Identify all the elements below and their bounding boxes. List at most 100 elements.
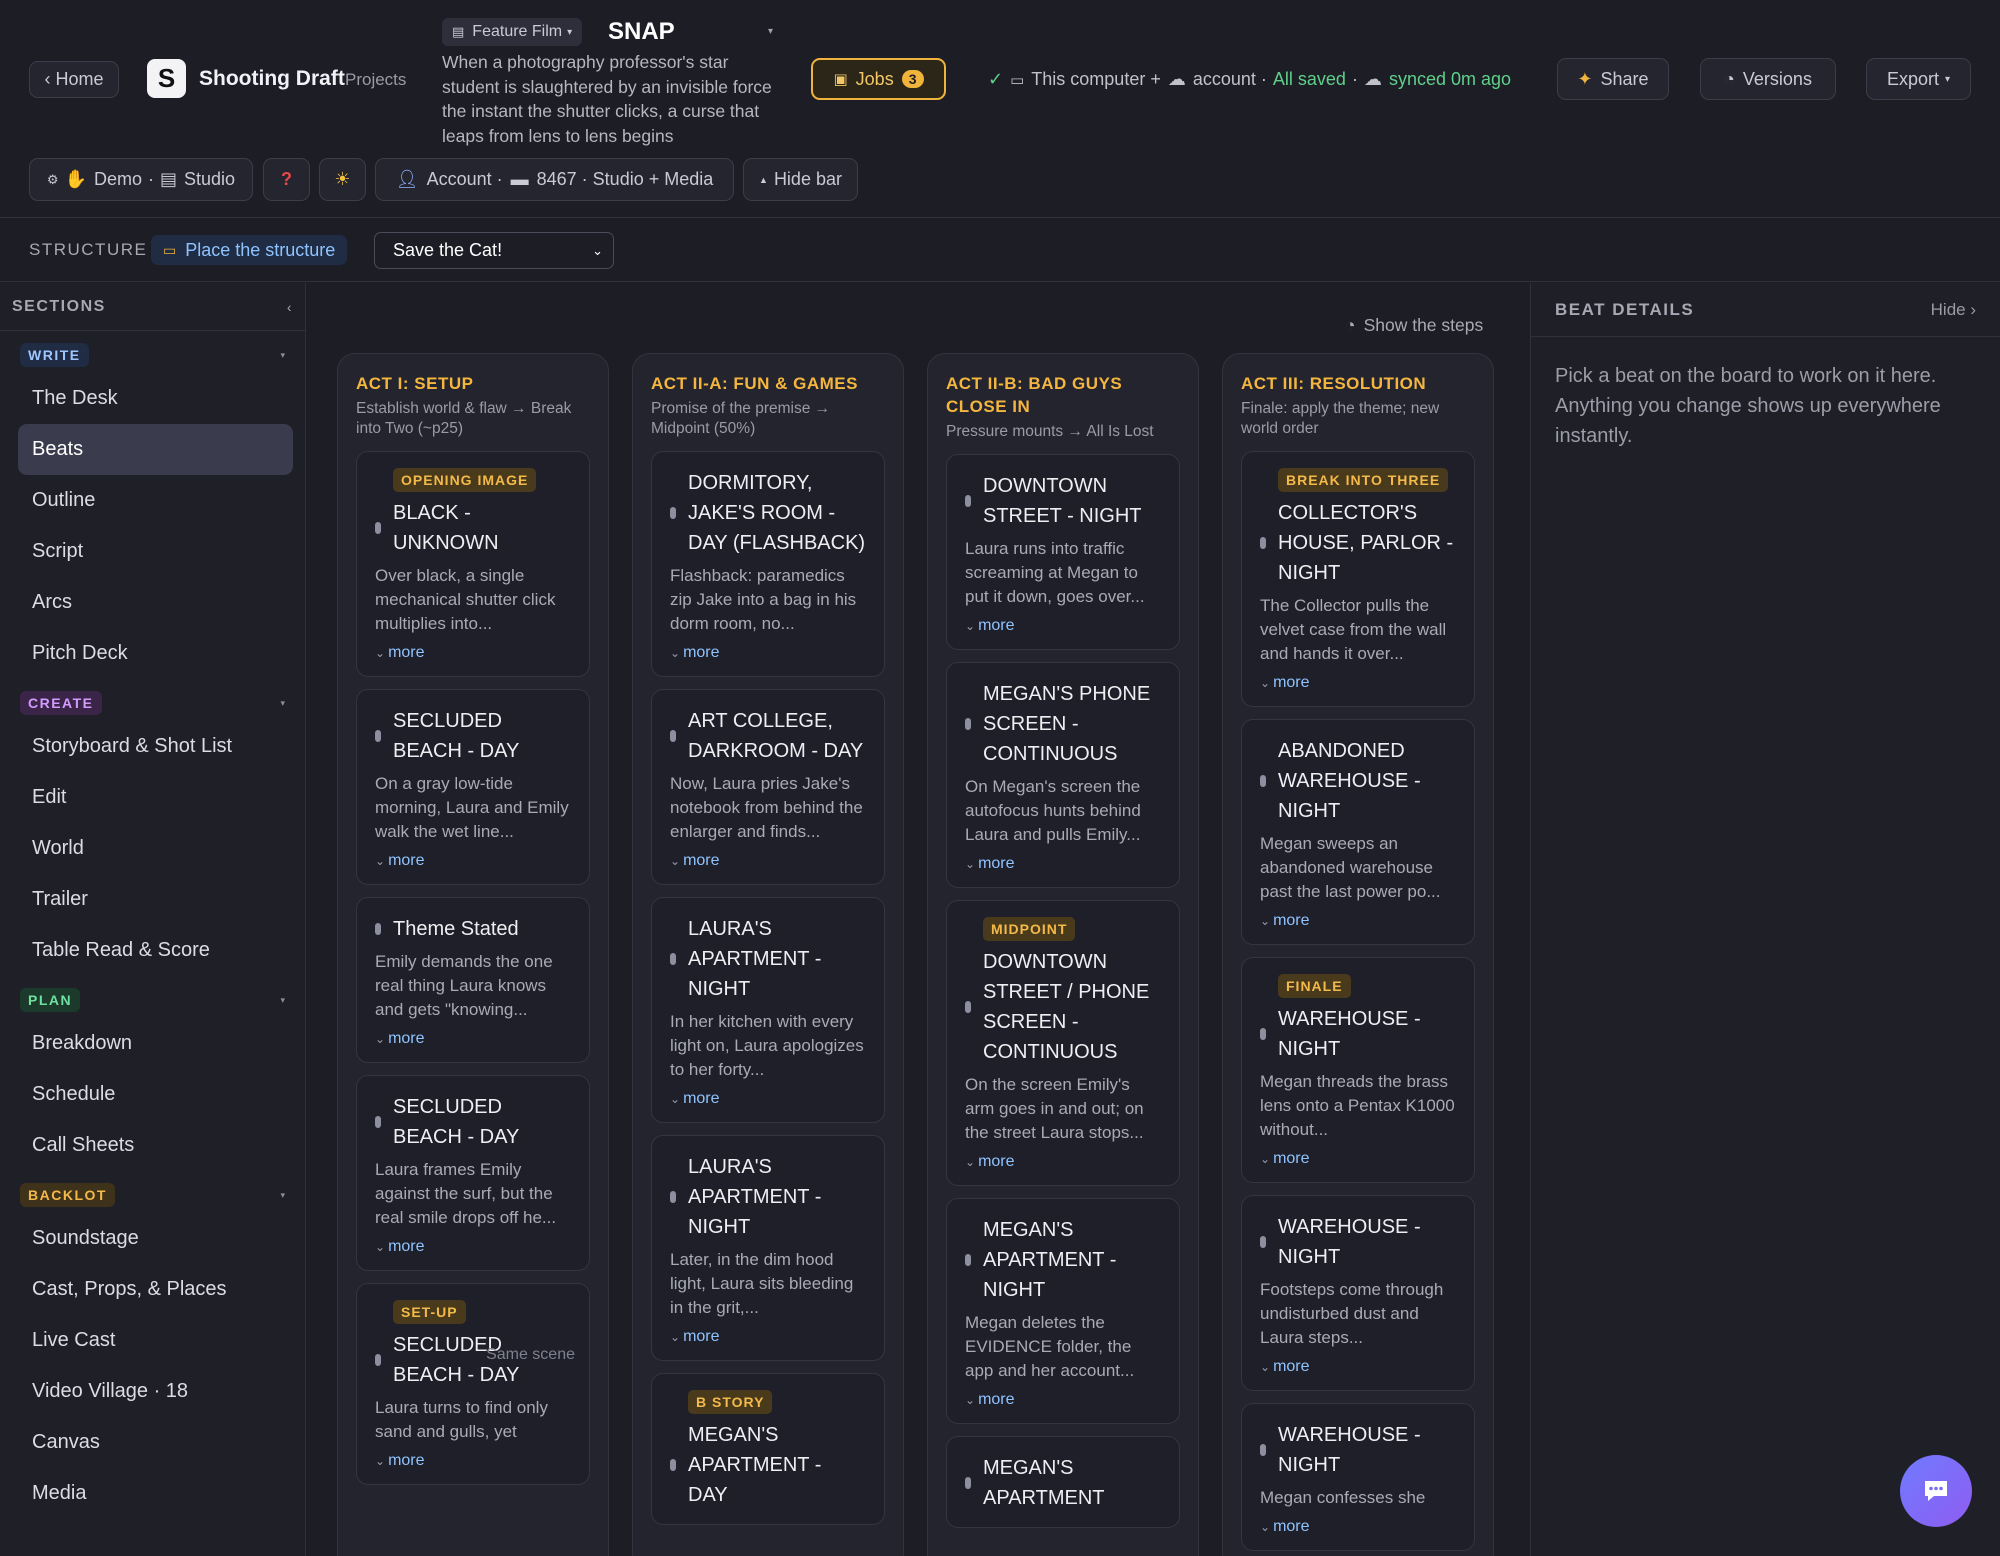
share-button[interactable]: ✦ Share <box>1557 58 1669 100</box>
beat-card[interactable]: LAURA'S APARTMENT - NIGHT In her kitchen … <box>651 897 885 1123</box>
more-toggle[interactable]: ⌄ more <box>1260 1518 1456 1536</box>
sidebar-item-beats[interactable]: Beats <box>18 424 293 475</box>
sidebar-item-live-cast[interactable]: Live Cast <box>18 1315 293 1366</box>
account-button[interactable]: 👤︎ Account · ▬ 8467 · Studio + Media <box>375 158 734 201</box>
beat-card[interactable]: MEGAN'S APARTMENT - NIGHT Megan deletes t… <box>946 1198 1180 1424</box>
place-structure-button[interactable]: ▭ Place the structure <box>151 235 348 265</box>
more-toggle[interactable]: ⌄ more <box>670 644 866 662</box>
more-toggle[interactable]: ⌄ more <box>1260 674 1456 692</box>
sidebar-item-pitch-deck[interactable]: Pitch Deck <box>18 628 293 679</box>
beat-card[interactable]: SECLUDED BEACH - DAY Laura frames Emily a… <box>356 1075 590 1271</box>
beat-card[interactable]: BREAK INTO THREE COLLECTOR'S HOUSE, PARLO… <box>1241 451 1475 707</box>
check-icon: ✓ <box>988 69 1004 89</box>
more-toggle[interactable]: ⌄ more <box>1260 912 1456 930</box>
sidebar-item-outline[interactable]: Outline <box>18 475 293 526</box>
project-type-dropdown[interactable]: ▤ Feature Film ▾ <box>442 18 583 46</box>
sidebar-item-arcs[interactable]: Arcs <box>18 577 293 628</box>
beat-card[interactable]: FINALE WAREHOUSE - NIGHT Megan threads the… <box>1241 957 1475 1183</box>
chevron-down-icon[interactable]: ▾ <box>280 698 285 709</box>
sidebar-group-create[interactable]: CREATE ▾ <box>20 691 285 715</box>
home-button[interactable]: ‹ Home <box>29 61 119 98</box>
sidebar-item-table-read-score[interactable]: Table Read & Score <box>18 925 293 976</box>
sidebar-item-call-sheets[interactable]: Call Sheets <box>18 1120 293 1171</box>
computer-icon: ▭ <box>1010 71 1025 89</box>
more-toggle[interactable]: ⌄ more <box>670 852 866 870</box>
beat-card[interactable]: MEGAN'S PHONE SCREEN - CONTINUOUS On Mega… <box>946 662 1180 888</box>
scene-heading: BLACK - UNKNOWN <box>375 498 571 558</box>
beat-card[interactable]: ART COLLEGE, DARKROOM - DAY Now, Laura pr… <box>651 689 885 885</box>
chat-button[interactable] <box>1900 1455 1972 1527</box>
chevron-down-icon: ⌄ <box>592 242 603 258</box>
more-toggle[interactable]: ⌄ more <box>670 1090 866 1108</box>
chevron-down-icon[interactable]: ▾ <box>280 350 285 361</box>
collapse-sidebar-icon[interactable]: ‹ <box>287 299 293 315</box>
more-toggle[interactable]: ⌄ more <box>375 852 571 870</box>
sidebar-item-script[interactable]: Script <box>18 526 293 577</box>
help-button[interactable]: ? <box>263 158 310 201</box>
project-title[interactable]: SNAP <box>608 18 675 46</box>
beat-card[interactable]: MIDPOINT DOWNTOWN STREET / PHONE SCREEN -… <box>946 900 1180 1186</box>
sidebar-item-cast-props-places[interactable]: Cast, Props, & Places <box>18 1264 293 1315</box>
beat-card[interactable]: OPENING IMAGE BLACK - UNKNOWN Over black, … <box>356 451 590 677</box>
export-button[interactable]: Export ▾ <box>1866 58 1971 100</box>
act-subtitle: Finale: apply the theme; new world order <box>1241 400 1440 437</box>
versions-button[interactable]: ◔ Versions <box>1700 58 1836 100</box>
beat-card[interactable]: MEGAN'S APARTMENT <box>946 1436 1180 1528</box>
scene-heading: SECLUDED BEACH - DAY <box>375 1092 571 1152</box>
title-chevron-icon[interactable]: ▾ <box>768 26 773 37</box>
projects-link[interactable]: Projects <box>345 70 406 90</box>
structure-select[interactable]: Save the Cat! ⌄ <box>374 232 614 269</box>
more-toggle[interactable]: ⌄ more <box>375 1030 571 1048</box>
sidebar-group-plan[interactable]: PLAN ▾ <box>20 988 285 1012</box>
hide-details-button[interactable]: Hide › <box>1931 300 1976 320</box>
sidebar-item-trailer[interactable]: Trailer <box>18 874 293 925</box>
more-label: more <box>1273 1150 1310 1167</box>
sidebar-group-write[interactable]: WRITE ▾ <box>20 343 285 367</box>
chevron-up-icon: ▲ <box>759 174 768 185</box>
beat-card[interactable]: ABANDONED WAREHOUSE - NIGHT Megan sweeps … <box>1241 719 1475 945</box>
sidebar-item-canvas[interactable]: Canvas <box>18 1417 293 1468</box>
sidebar-item-world[interactable]: World <box>18 823 293 874</box>
chevron-down-icon[interactable]: ▾ <box>280 1190 285 1201</box>
sidebar-item-breakdown[interactable]: Breakdown <box>18 1018 293 1069</box>
more-toggle[interactable]: ⌄ more <box>965 617 1161 635</box>
sidebar-item-edit[interactable]: Edit <box>18 772 293 823</box>
user-icon: 👤︎ <box>395 169 419 189</box>
beat-card[interactable]: DORMITORY, JAKE'S ROOM - DAY (FLASHBACK)… <box>651 451 885 677</box>
more-toggle[interactable]: ⌄ more <box>1260 1150 1456 1168</box>
sidebar-item-the-desk[interactable]: The Desk <box>18 373 293 424</box>
beat-card[interactable]: LAURA'S APARTMENT - NIGHT Later, in the d… <box>651 1135 885 1361</box>
sidebar-item-video-village-18[interactable]: Video Village · 18 <box>18 1366 293 1417</box>
sidebar-item-storyboard-shot-list[interactable]: Storyboard & Shot List <box>18 721 293 772</box>
chevron-down-icon[interactable]: ▾ <box>280 995 285 1006</box>
more-toggle[interactable]: ⌄ more <box>965 855 1161 873</box>
beat-card[interactable]: WAREHOUSE - NIGHT Megan confesses she ⌄ mor… <box>1241 1403 1475 1551</box>
sidebar-item-soundstage[interactable]: Soundstage <box>18 1213 293 1264</box>
jobs-button[interactable]: ▣ Jobs 3 <box>811 58 946 100</box>
app-logo-icon: S <box>147 59 186 98</box>
beat-card[interactable]: SET-UP SECLUDED BEACH - DAY Same scene Laur… <box>356 1283 590 1485</box>
act-column: ACT II-A: FUN & GAMES Promise of the prem… <box>632 353 904 1556</box>
more-toggle[interactable]: ⌄ more <box>670 1328 866 1346</box>
beat-card[interactable]: DOWNTOWN STREET - NIGHT Laura runs into t… <box>946 454 1180 650</box>
sidebar-group-backlot[interactable]: BACKLOT ▾ <box>20 1183 285 1207</box>
show-steps-toggle[interactable]: ◔ Show the steps <box>1345 315 1483 336</box>
more-toggle[interactable]: ⌄ more <box>375 644 571 662</box>
beat-card[interactable]: B STORY MEGAN'S APARTMENT - DAY <box>651 1373 885 1525</box>
scene-heading: Theme Stated <box>375 914 571 944</box>
more-toggle[interactable]: ⌄ more <box>965 1153 1161 1171</box>
more-toggle[interactable]: ⌄ more <box>375 1238 571 1256</box>
sidebar-item-media[interactable]: Media <box>18 1468 293 1519</box>
sidebar-item-schedule[interactable]: Schedule <box>18 1069 293 1120</box>
beat-card[interactable]: SECLUDED BEACH - DAY On a gray low-tide m… <box>356 689 590 885</box>
beat-card[interactable]: WAREHOUSE - NIGHT Footsteps come through … <box>1241 1195 1475 1391</box>
logline[interactable]: When a photography professor's star stud… <box>442 50 787 148</box>
theme-toggle-button[interactable]: ☀ <box>319 158 366 201</box>
more-toggle[interactable]: ⌄ more <box>1260 1358 1456 1376</box>
more-toggle[interactable]: ⌄ more <box>375 1452 571 1470</box>
hide-bar-button[interactable]: ▲ Hide bar <box>743 158 858 201</box>
beat-card[interactable]: Theme Stated Emily demands the one real t… <box>356 897 590 1063</box>
same-scene-note: Same scene <box>486 1346 575 1363</box>
demo-studio-toggle[interactable]: ⚙ ✋ Demo · ▤ Studio <box>29 158 253 201</box>
more-toggle[interactable]: ⌄ more <box>965 1391 1161 1409</box>
